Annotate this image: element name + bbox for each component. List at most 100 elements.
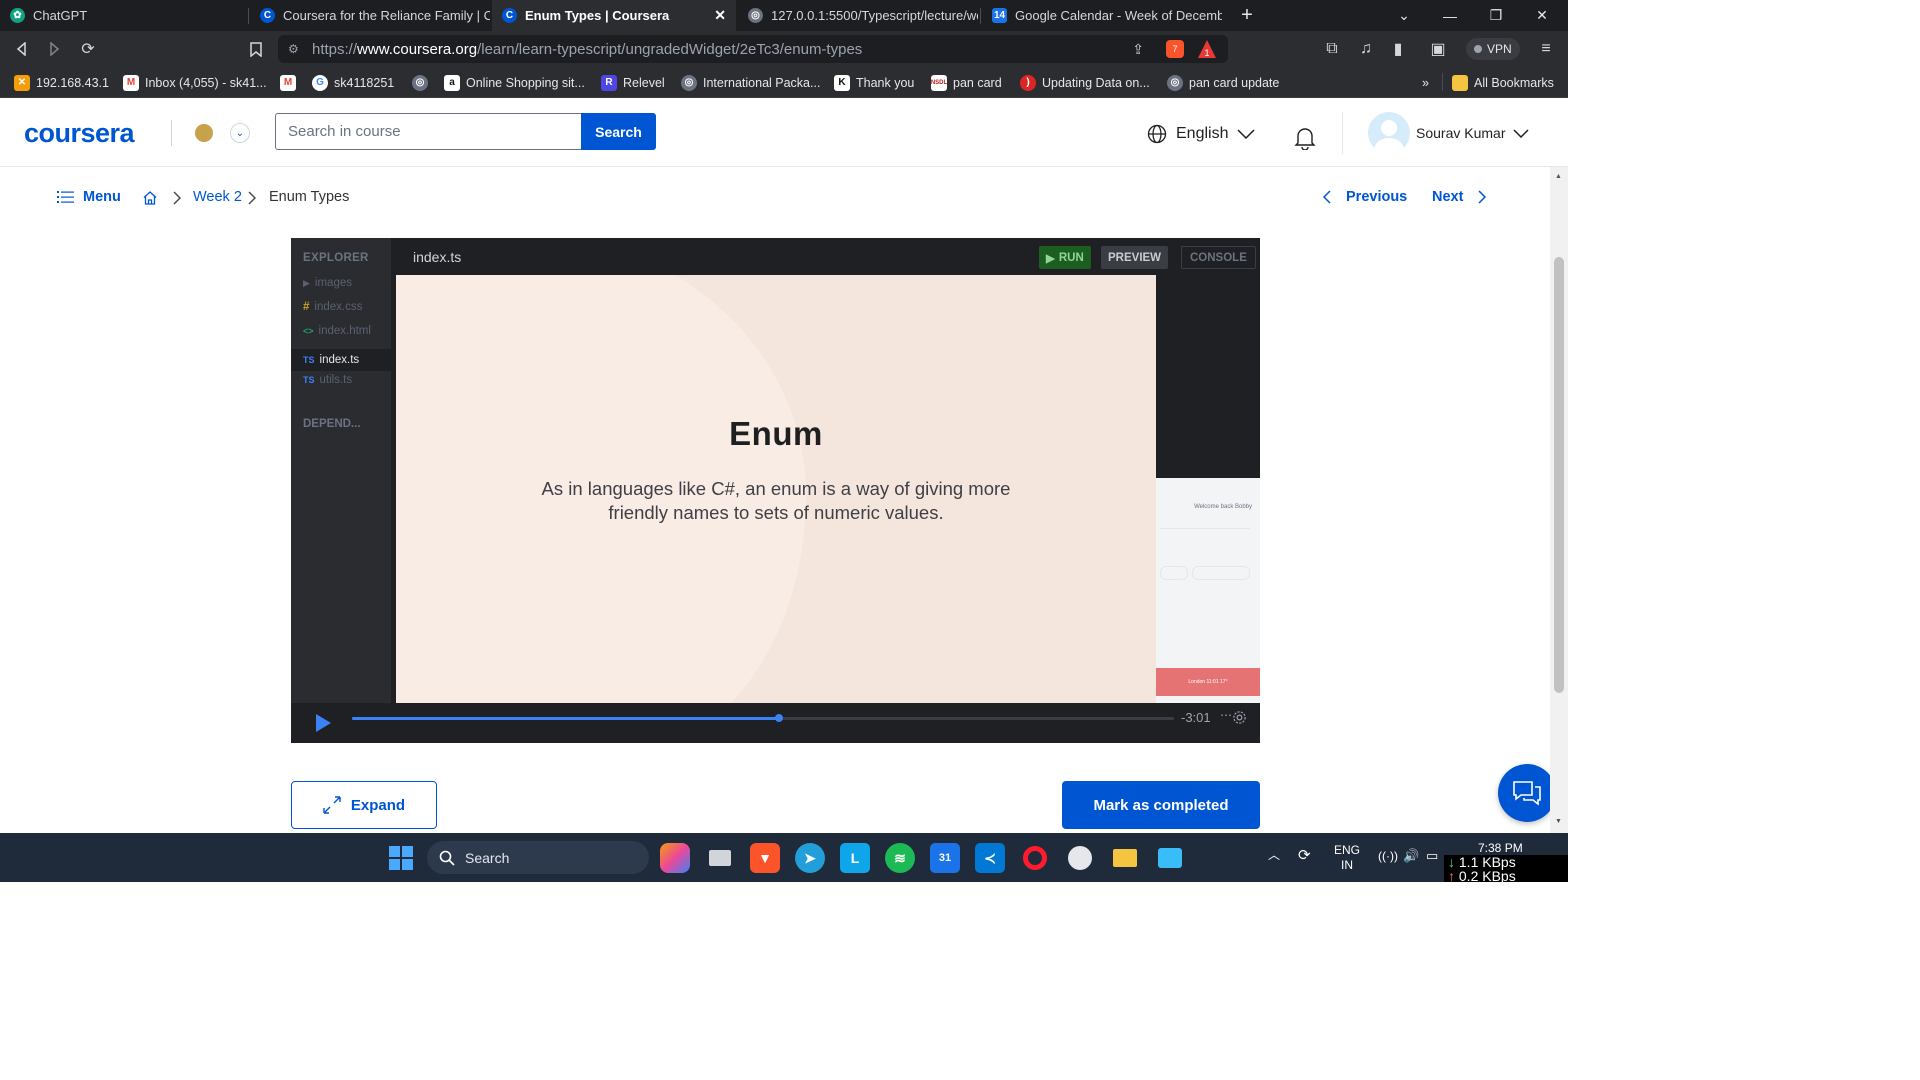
wifi-icon[interactable]: ((·)) xyxy=(1378,849,1398,864)
user-menu[interactable]: Sourav Kumar xyxy=(1416,125,1530,141)
breadcrumb-current: Enum Types xyxy=(269,189,350,205)
photos-icon[interactable] xyxy=(1155,843,1185,873)
reload-button[interactable]: ⟳ xyxy=(76,37,100,61)
copilot-icon[interactable] xyxy=(660,843,690,873)
restore-button[interactable]: ❐ xyxy=(1473,0,1519,31)
brave-rewards-icon[interactable]: 1 xyxy=(1198,40,1216,58)
play-icon[interactable] xyxy=(315,713,332,733)
main-menu-icon[interactable]: ≡ xyxy=(1534,37,1558,61)
file-explorer-icon[interactable] xyxy=(1110,843,1140,873)
language-selector[interactable]: English xyxy=(1147,124,1256,144)
avatar[interactable] xyxy=(1368,112,1410,154)
more-bookmarks-button[interactable]: » xyxy=(1422,73,1429,92)
bookmark-item[interactable]: R Relevel xyxy=(601,73,665,92)
network-speed-widget: ↓ 1.1 KBps ↑ 0.2 KBps xyxy=(1444,855,1568,882)
all-bookmarks-button[interactable]: All Bookmarks xyxy=(1452,73,1554,92)
tab-coursera-reliance[interactable]: C Coursera for the Reliance Family | Cou xyxy=(250,0,490,31)
volume-icon[interactable]: 🔊 xyxy=(1403,848,1419,863)
bookmark-item[interactable]: ◎ pan card update xyxy=(1167,73,1279,92)
tab-list-chevron-icon[interactable]: ⌄ xyxy=(1381,0,1427,31)
sidebar-icon[interactable]: ▮ xyxy=(1386,37,1410,61)
brave-shield-icon[interactable]: 7 xyxy=(1166,40,1184,58)
org-switch-chevron-icon[interactable]: ⌄ xyxy=(230,123,250,143)
bookmark-item[interactable]: K Thank you xyxy=(834,73,914,92)
language-indicator[interactable]: ENG IN xyxy=(1334,843,1360,873)
relevel-icon: R xyxy=(601,74,617,91)
home-icon[interactable] xyxy=(142,190,158,206)
bookmark-label: pan card xyxy=(953,75,1002,90)
bookmark-item[interactable]: ✕ 192.168.43.1 xyxy=(14,73,109,92)
bookmark-label: 192.168.43.1 xyxy=(36,75,109,90)
wallet-icon[interactable]: ▣ xyxy=(1426,37,1450,61)
sync-icon[interactable]: ⟳ xyxy=(1298,848,1311,863)
back-button[interactable] xyxy=(10,37,34,61)
minimize-button[interactable]: — xyxy=(1427,0,1473,31)
progress-bar[interactable] xyxy=(352,714,1174,722)
file-name: index.ts xyxy=(319,354,360,366)
search-input[interactable] xyxy=(275,113,581,150)
bookmark-item[interactable]: NSDL pan card xyxy=(931,73,1002,92)
url-bar[interactable]: ⚙ https://www.coursera.org/learn/learn-t… xyxy=(278,35,1228,63)
tab-google-calendar[interactable]: 14 Google Calendar - Week of December xyxy=(982,0,1222,31)
bookmark-item[interactable]: ◎ International Packa... xyxy=(681,73,820,92)
forward-button[interactable] xyxy=(42,37,66,61)
bookmark-label: International Packa... xyxy=(703,75,821,90)
editor-explorer: EXPLORER ▶ images # index.css <> index.html… xyxy=(291,238,391,703)
reliance-logo-icon[interactable] xyxy=(195,124,213,142)
close-window-button[interactable]: ✕ xyxy=(1519,0,1565,31)
bookmark-item[interactable]: Gsk4118251 xyxy=(312,73,394,92)
bookmark-globe[interactable]: ◎ xyxy=(412,73,428,92)
bell-icon[interactable] xyxy=(1294,126,1316,150)
new-tab-button[interactable]: + xyxy=(1224,0,1270,31)
mark-as-completed-button[interactable]: Mark as completed xyxy=(1062,781,1260,829)
scroll-down-icon[interactable]: ▼ xyxy=(1555,818,1562,825)
expand-label: Expand xyxy=(350,796,406,814)
previous-button[interactable]: Previous xyxy=(1322,189,1407,205)
expand-button[interactable]: Expand xyxy=(291,781,437,829)
vscode-icon[interactable]: ≺ xyxy=(975,843,1005,873)
coursera-logo[interactable]: coursera xyxy=(24,118,135,149)
task-view-icon[interactable] xyxy=(705,843,735,873)
battery-icon[interactable]: ▭ xyxy=(1426,848,1438,863)
more-icon[interactable]: ⋯ xyxy=(1220,708,1232,722)
share-icon[interactable]: ⇪ xyxy=(1132,41,1144,58)
calendar-app-icon[interactable]: 31 xyxy=(930,843,960,873)
tab-localhost[interactable]: ◎ 127.0.0.1:5500/Typescript/lecture/wee xyxy=(738,0,978,31)
opera-icon[interactable] xyxy=(1020,843,1050,873)
chat-support-button[interactable] xyxy=(1498,764,1556,822)
progress-handle[interactable] xyxy=(775,714,784,722)
scroll-thumb[interactable] xyxy=(1554,257,1564,693)
telegram-icon[interactable]: ➤ xyxy=(795,843,825,873)
search-button[interactable]: Search xyxy=(581,113,656,150)
dependencies-title: DEPEND... xyxy=(303,418,361,430)
tab-enum-types[interactable]: C Enum Types | Coursera ✕ xyxy=(492,0,736,31)
scroll-up-icon[interactable]: ▲ xyxy=(1555,173,1562,180)
spotify-icon[interactable]: ≋ xyxy=(885,843,915,873)
taskbar-search[interactable]: Search xyxy=(427,841,649,874)
bookmark-item[interactable]: ) Updating Data on... xyxy=(1020,73,1150,92)
bookmark-label: Updating Data on... xyxy=(1042,75,1150,90)
windows-start-icon[interactable] xyxy=(386,843,416,873)
tab-chatgpt[interactable]: ✿ ChatGPT xyxy=(0,0,248,31)
breadcrumb-week[interactable]: Week 2 xyxy=(193,189,242,205)
media-icon[interactable]: ♫ xyxy=(1354,37,1378,61)
bookmark-icon[interactable] xyxy=(244,37,268,61)
bookmark-gmail[interactable]: M xyxy=(280,73,296,92)
next-button[interactable]: Next xyxy=(1432,189,1487,205)
close-icon[interactable]: ✕ xyxy=(714,7,726,24)
app-l-icon[interactable]: L xyxy=(840,843,870,873)
bookmark-item[interactable]: M Inbox (4,055) - sk41... xyxy=(123,73,267,92)
site-settings-icon[interactable]: ⚙ xyxy=(288,42,299,56)
clock-app-icon[interactable] xyxy=(1065,843,1095,873)
vpn-button[interactable]: VPN xyxy=(1466,38,1520,60)
clock-time[interactable]: 7:38 PM xyxy=(1478,841,1523,856)
extensions-icon[interactable]: ⧉ xyxy=(1320,37,1344,61)
show-hidden-icons-icon[interactable]: ︿ xyxy=(1268,848,1280,863)
windows-taskbar: Search ▼ ➤ L ≋ 31 ≺ ︿ ⟳ ENG IN ((·)) 🔊 ▭… xyxy=(0,833,1568,882)
gear-icon[interactable] xyxy=(1232,710,1247,725)
menu-button[interactable]: Menu xyxy=(57,189,121,205)
page-scrollbar[interactable]: ▲ ▼ xyxy=(1550,167,1568,833)
video-player[interactable]: EXPLORER ▶ images # index.css <> index.html… xyxy=(291,238,1260,743)
bookmark-item[interactable]: a Online Shopping sit... xyxy=(444,73,585,92)
brave-browser-icon[interactable]: ▼ xyxy=(750,843,780,873)
